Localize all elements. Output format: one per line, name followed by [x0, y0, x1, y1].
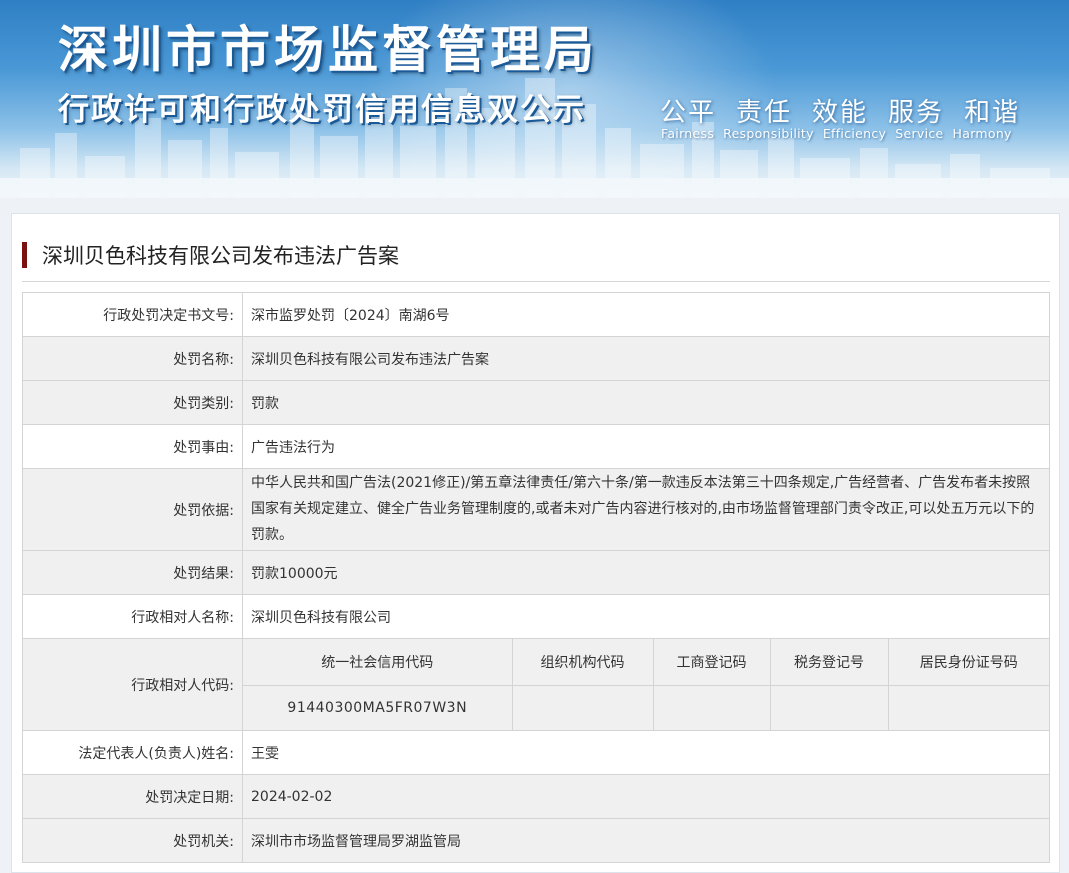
agency-title: 深圳市市场监督管理局 [58, 21, 598, 79]
slogan-word-en: Responsibility [723, 126, 814, 141]
slogan-word: 效能 [812, 98, 869, 128]
penalty-reason-value: 广告违法行为 [242, 424, 1050, 469]
slogan-word: 公平 [660, 98, 717, 128]
legal-rep-value: 王雯 [242, 730, 1050, 775]
code-header: 税务登记号 [769, 639, 888, 686]
field-label: 处罚名称: [22, 336, 243, 381]
site-subtitle: 行政许可和行政处罚信用信息双公示 [58, 92, 586, 128]
party-name-value: 深圳贝色科技有限公司 [242, 594, 1050, 639]
party-code-cell: 统一社会信用代码 组织机构代码 工商登记码 税务登记号 居民身份证号码 9144… [242, 638, 1050, 731]
slogan-en: Fairness Responsibility Efficiency Servi… [661, 126, 1012, 141]
field-label: 行政处罚决定书文号: [22, 292, 243, 337]
case-title-bar: 深圳贝色科技有限公司发布违法广告案 [22, 238, 1050, 282]
table-row: 法定代表人(负责人)姓名: 王雯 [22, 730, 1050, 775]
table-row: 处罚类别: 罚款 [22, 380, 1050, 425]
decision-date-value: 2024-02-02 [242, 774, 1050, 819]
tax-reg-value [769, 685, 888, 730]
code-header: 工商登记码 [652, 639, 770, 686]
table-row: 行政相对人代码: 统一社会信用代码 组织机构代码 工商登记码 税务登记号 居民身… [22, 638, 1050, 731]
field-label: 处罚决定日期: [22, 774, 243, 819]
field-label: 处罚依据: [22, 468, 243, 551]
field-label: 处罚结果: [22, 550, 243, 595]
penalty-type-value: 罚款 [242, 380, 1050, 425]
table-row: 行政相对人名称: 深圳贝色科技有限公司 [22, 594, 1050, 639]
slogan-word: 责任 [736, 98, 793, 128]
header-banner: 深圳市市场监督管理局 行政许可和行政处罚信用信息双公示 公平 责任 效能 服务 … [0, 0, 1069, 198]
field-label: 处罚机关: [22, 818, 243, 863]
case-detail-panel: 深圳贝色科技有限公司发布违法广告案 行政处罚决定书文号: 深市监罗处罚〔2024… [11, 213, 1060, 873]
case-title: 深圳贝色科技有限公司发布违法广告案 [42, 244, 399, 268]
slogan-cn: 公平 责任 效能 服务 和谐 [660, 92, 1020, 129]
slogan-word-en: Harmony [952, 126, 1012, 141]
decision-number-value: 深市监罗处罚〔2024〕南湖6号 [242, 292, 1050, 337]
field-label: 处罚类别: [22, 380, 243, 425]
table-row: 处罚名称: 深圳贝色科技有限公司发布违法广告案 [22, 336, 1050, 381]
slogan-word: 和谐 [964, 98, 1021, 128]
code-header: 组织机构代码 [511, 639, 653, 686]
id-number-value [887, 685, 1049, 730]
table-row: 处罚结果: 罚款10000元 [22, 550, 1050, 595]
table-row: 处罚决定日期: 2024-02-02 [22, 774, 1050, 819]
table-row: 处罚事由: 广告违法行为 [22, 424, 1050, 469]
business-reg-value [652, 685, 770, 730]
slogan-word-en: Fairness [661, 126, 715, 141]
code-value-row: 91440300MA5FR07W3N [243, 685, 1049, 730]
credit-code-value: 91440300MA5FR07W3N [243, 685, 512, 730]
table-row: 行政处罚决定书文号: 深市监罗处罚〔2024〕南湖6号 [22, 292, 1050, 337]
slogan-word: 服务 [888, 98, 945, 128]
table-row: 处罚依据: 中华人民共和国广告法(2021修正)/第五章法律责任/第六十条/第一… [22, 468, 1050, 551]
field-label: 行政相对人名称: [22, 594, 243, 639]
penalty-name-value: 深圳贝色科技有限公司发布违法广告案 [242, 336, 1050, 381]
penalty-result-value: 罚款10000元 [242, 550, 1050, 595]
org-code-value [511, 685, 653, 730]
code-header: 居民身份证号码 [887, 639, 1049, 686]
title-accent-bar [22, 242, 27, 268]
field-label: 行政相对人代码: [22, 638, 243, 731]
party-code-table: 统一社会信用代码 组织机构代码 工商登记码 税务登记号 居民身份证号码 9144… [243, 639, 1049, 730]
code-header: 统一社会信用代码 [243, 639, 512, 686]
case-info-table: 行政处罚决定书文号: 深市监罗处罚〔2024〕南湖6号 处罚名称: 深圳贝色科技… [22, 292, 1050, 863]
code-header-row: 统一社会信用代码 组织机构代码 工商登记码 税务登记号 居民身份证号码 [243, 639, 1049, 686]
field-label: 法定代表人(负责人)姓名: [22, 730, 243, 775]
slogan-word-en: Service [895, 126, 944, 141]
table-row: 处罚机关: 深圳市市场监督管理局罗湖监管局 [22, 818, 1050, 863]
slogan-word-en: Efficiency [822, 126, 887, 141]
authority-value: 深圳市市场监督管理局罗湖监管局 [242, 818, 1050, 863]
field-label: 处罚事由: [22, 424, 243, 469]
penalty-basis-value: 中华人民共和国广告法(2021修正)/第五章法律责任/第六十条/第一款违反本法第… [242, 468, 1050, 551]
